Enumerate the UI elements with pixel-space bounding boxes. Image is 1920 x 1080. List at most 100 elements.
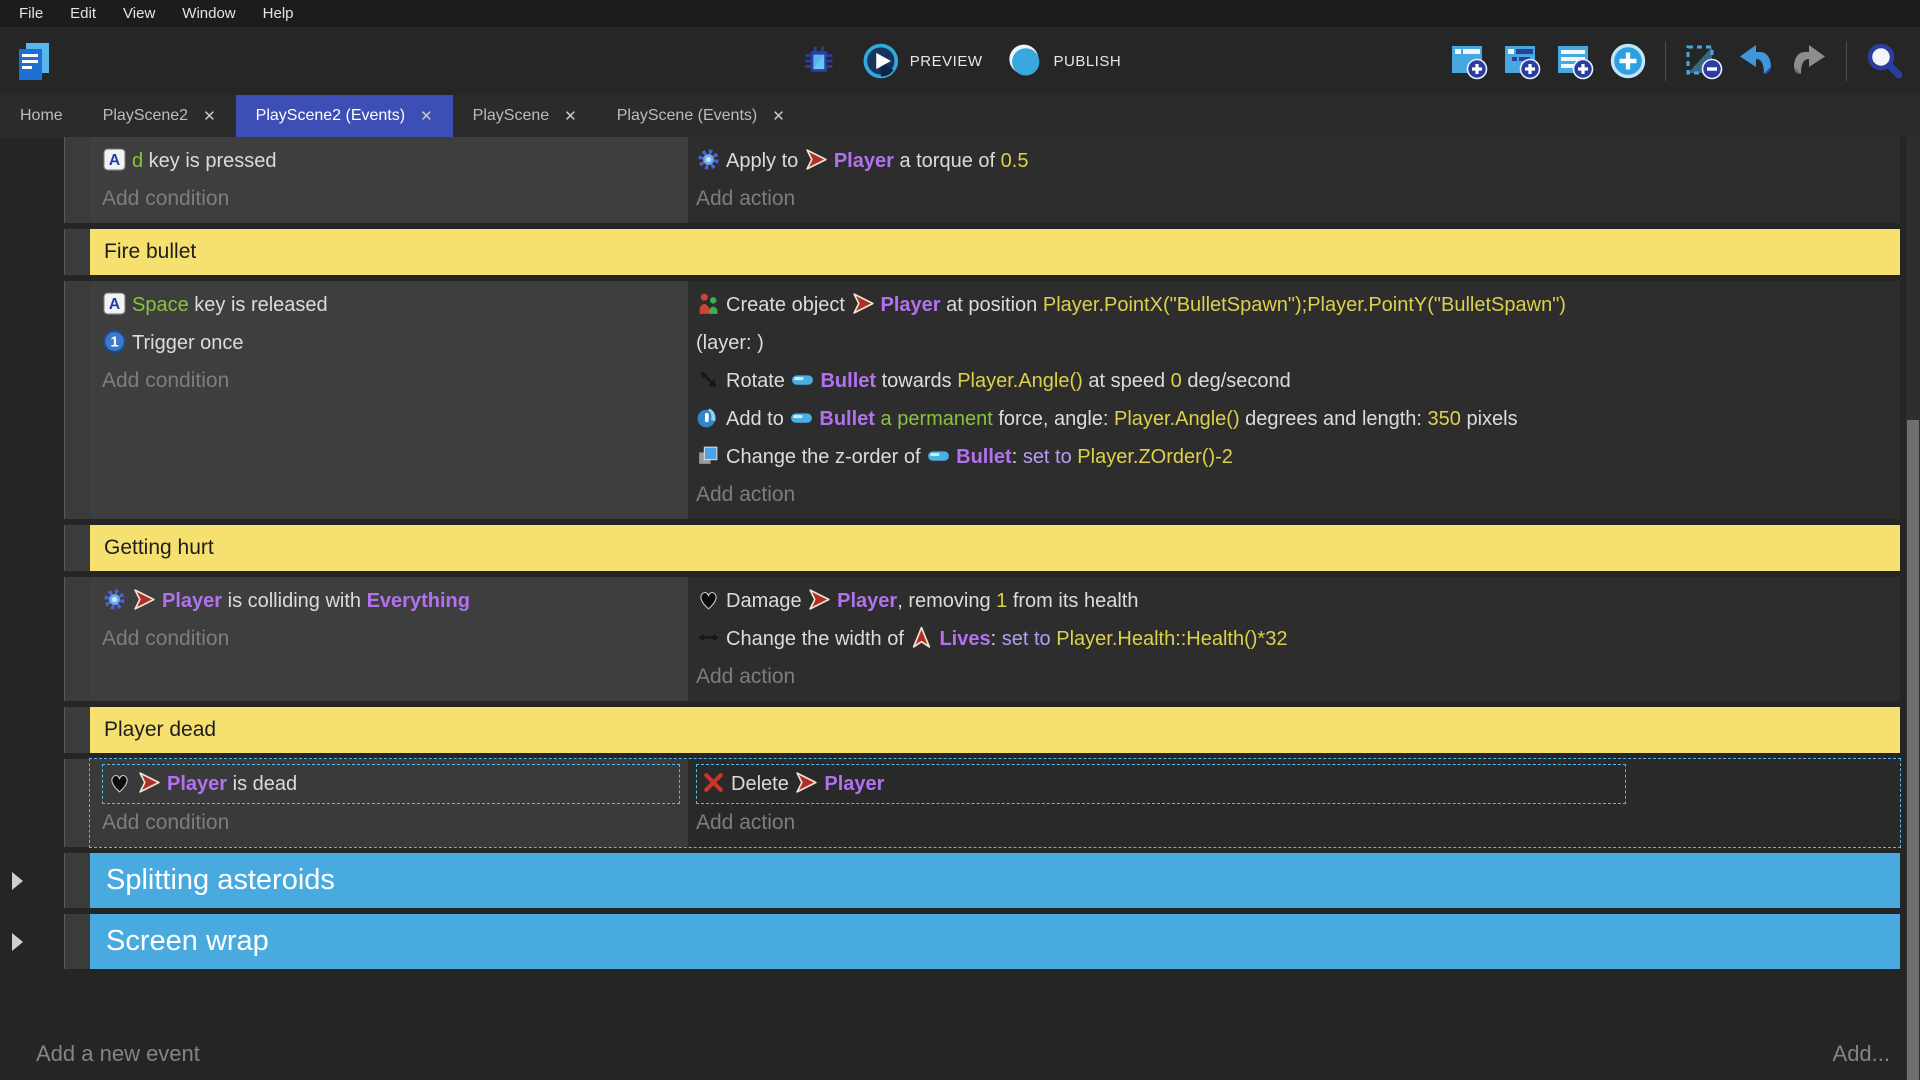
add-action-button[interactable]: Add action xyxy=(696,658,1892,696)
events-scrollbar[interactable] xyxy=(1906,137,1920,1080)
tab-label: Home xyxy=(20,107,63,125)
conditions-cell: ASpace key is released1Trigger once Add … xyxy=(90,281,688,519)
debug-icon[interactable] xyxy=(799,41,839,81)
menu-item-edit[interactable]: Edit xyxy=(70,5,96,22)
menu-item-view[interactable]: View xyxy=(123,5,155,22)
tab-playscene2-events[interactable]: PlayScene2 (Events) ✕ xyxy=(236,95,453,137)
physics-gear-icon xyxy=(102,587,127,612)
menu-item-file[interactable]: File xyxy=(19,5,43,22)
tab-close-icon[interactable]: ✕ xyxy=(772,109,785,124)
conditions-cell: Player is colliding with Everything Add … xyxy=(90,577,688,701)
trigger-once-icon: 1 xyxy=(102,329,127,354)
scrollbar-thumb[interactable] xyxy=(1907,420,1919,1080)
tab-label: PlayScene2 (Events) xyxy=(256,107,405,125)
events-rows: Ad key is pressed Add condition Apply to… xyxy=(64,137,1900,975)
tab-playscene2[interactable]: PlayScene2 ✕ xyxy=(83,95,236,137)
preview-button[interactable]: PREVIEW xyxy=(861,41,983,81)
undo-icon[interactable] xyxy=(1734,39,1778,83)
add-action-button[interactable]: Add action xyxy=(696,804,1892,842)
add-action-button[interactable]: Add action xyxy=(696,180,1892,218)
comment-bar[interactable]: Player dead xyxy=(90,707,1900,753)
actions-cell: Create object Player at position Player.… xyxy=(688,281,1900,519)
event-row[interactable]: Player is colliding with Everything Add … xyxy=(64,577,1900,701)
action-instruction[interactable]: Apply to Player a torque of 0.5 xyxy=(696,142,1626,180)
svg-text:A: A xyxy=(109,152,120,169)
add-circle-icon[interactable] xyxy=(1606,39,1650,83)
group-expander-icon[interactable] xyxy=(12,872,23,890)
tab-label: PlayScene (Events) xyxy=(617,107,758,125)
group-bar[interactable]: Splitting asteroids xyxy=(90,853,1900,908)
action-instruction[interactable]: Create object Player at position Player.… xyxy=(696,286,1626,362)
comment-bar[interactable]: Getting hurt xyxy=(90,525,1900,571)
add-comment-icon[interactable] xyxy=(1553,39,1597,83)
actions-cell: Delete Player Add action xyxy=(688,759,1900,847)
condition-instruction[interactable]: Player is dead xyxy=(102,764,680,804)
menu-item-window[interactable]: Window xyxy=(182,5,235,22)
event-gutter[interactable] xyxy=(64,914,90,969)
event-gutter[interactable] xyxy=(64,281,90,519)
player-object-icon xyxy=(137,770,162,795)
bullet-object-icon xyxy=(790,367,815,392)
event-row[interactable]: Player is dead Add condition Delete Play… xyxy=(64,759,1900,847)
group-row: Splitting asteroids xyxy=(64,853,1900,908)
add-event-icon[interactable] xyxy=(1447,39,1491,83)
menu-item-help[interactable]: Help xyxy=(263,5,294,22)
app-logo-icon[interactable] xyxy=(12,39,56,83)
event-gutter[interactable] xyxy=(64,759,90,847)
tab-home[interactable]: Home xyxy=(0,95,83,137)
toolbar-separator xyxy=(1665,41,1666,81)
delete-selection-icon[interactable] xyxy=(1681,39,1725,83)
add-condition-button[interactable]: Add condition xyxy=(102,362,680,400)
player-object-icon xyxy=(804,147,829,172)
action-instruction[interactable]: Delete Player xyxy=(696,764,1626,804)
toolbar: PREVIEW PUBLISH xyxy=(0,27,1920,95)
action-instruction[interactable]: Add to Bullet a permanent force, angle: … xyxy=(696,400,1626,438)
preview-play-icon xyxy=(861,41,901,81)
comment-bar[interactable]: Fire bullet xyxy=(90,229,1900,275)
event-gutter[interactable] xyxy=(64,229,90,275)
keyboard-key-icon: A xyxy=(102,291,127,316)
event-gutter[interactable] xyxy=(64,853,90,908)
condition-instruction[interactable]: ASpace key is released xyxy=(102,286,680,324)
physics-gear-icon xyxy=(696,147,721,172)
tab-playscene-events[interactable]: PlayScene (Events) ✕ xyxy=(597,95,805,137)
add-condition-button[interactable]: Add condition xyxy=(102,180,680,218)
tab-close-icon[interactable]: ✕ xyxy=(203,109,216,124)
tab-bar: Home PlayScene2 ✕ PlayScene2 (Events) ✕ … xyxy=(0,95,1920,137)
width-icon xyxy=(696,625,721,650)
event-gutter[interactable] xyxy=(64,525,90,571)
group-bar[interactable]: Screen wrap xyxy=(90,914,1900,969)
condition-instruction[interactable]: Player is colliding with Everything xyxy=(102,582,680,620)
event-row[interactable]: ASpace key is released1Trigger once Add … xyxy=(64,281,1900,519)
tab-close-icon[interactable]: ✕ xyxy=(420,109,433,124)
tab-close-icon[interactable]: ✕ xyxy=(564,109,577,124)
action-instruction[interactable]: Damage Player, removing 1 from its healt… xyxy=(696,582,1626,620)
add-condition-button[interactable]: Add condition xyxy=(102,620,680,658)
bullet-object-icon xyxy=(789,405,814,430)
toolbar-right-icons xyxy=(1447,39,1906,83)
lives-object-icon xyxy=(909,625,934,650)
add-more-button[interactable]: Add... xyxy=(1833,1041,1890,1067)
search-icon[interactable] xyxy=(1862,39,1906,83)
event-gutter[interactable] xyxy=(64,577,90,701)
svg-text:1: 1 xyxy=(110,335,118,351)
event-gutter[interactable] xyxy=(64,137,90,223)
tab-playscene[interactable]: PlayScene ✕ xyxy=(453,95,597,137)
add-subevent-icon[interactable] xyxy=(1500,39,1544,83)
event-row[interactable]: Ad key is pressed Add condition Apply to… xyxy=(64,137,1900,223)
comment-row: Getting hurt xyxy=(64,525,1900,571)
menu-bar: File Edit View Window Help xyxy=(0,0,1920,27)
bullet-object-icon xyxy=(926,443,951,468)
action-instruction[interactable]: Change the width of Lives: set to Player… xyxy=(696,620,1626,658)
condition-instruction[interactable]: Ad key is pressed xyxy=(102,142,680,180)
action-instruction[interactable]: Change the z-order of Bullet: set to Pla… xyxy=(696,438,1626,476)
condition-instruction[interactable]: 1Trigger once xyxy=(102,324,680,362)
group-expander-icon[interactable] xyxy=(12,933,23,951)
add-new-event-button[interactable]: Add a new event xyxy=(36,1041,200,1067)
add-condition-button[interactable]: Add condition xyxy=(102,804,680,842)
add-action-button[interactable]: Add action xyxy=(696,476,1892,514)
event-gutter[interactable] xyxy=(64,707,90,753)
action-instruction[interactable]: Rotate Bullet towards Player.Angle() at … xyxy=(696,362,1626,400)
redo-icon[interactable] xyxy=(1787,39,1831,83)
publish-button[interactable]: PUBLISH xyxy=(1004,41,1121,81)
